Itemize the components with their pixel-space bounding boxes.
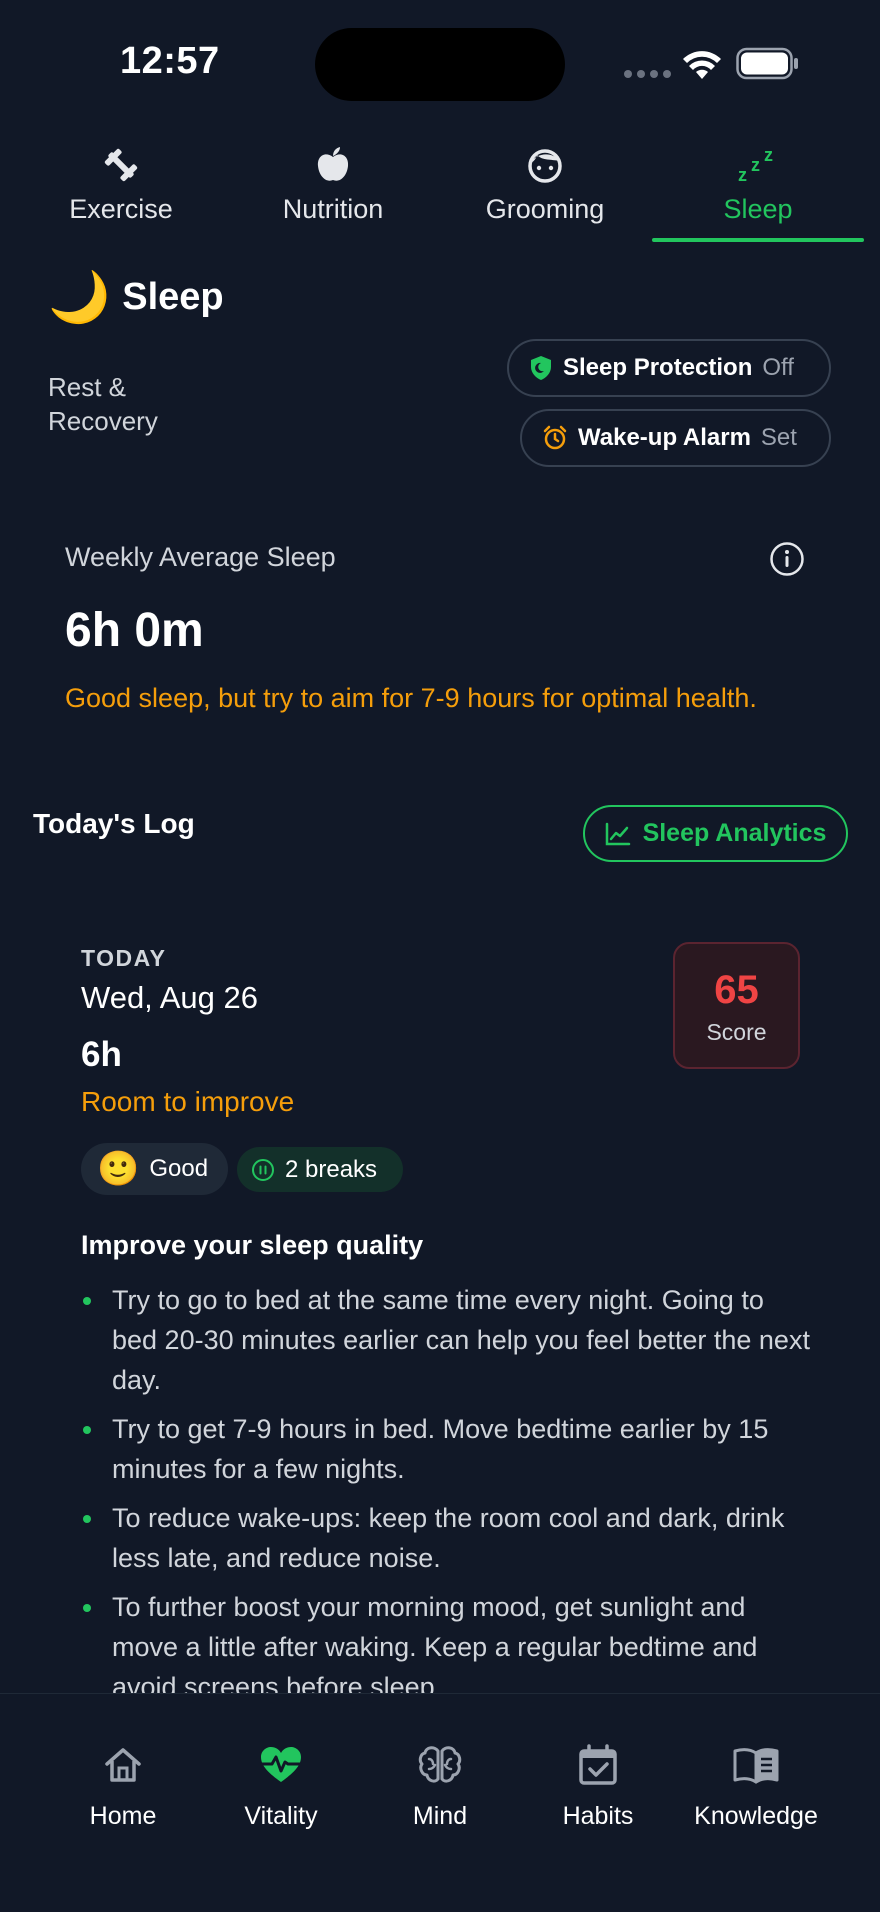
dumbbell-icon	[15, 140, 227, 190]
chart-line-icon	[605, 822, 630, 845]
tips-list: Try to go to bed at the same time every …	[81, 1280, 811, 1693]
heart-pulse-icon	[193, 1740, 369, 1790]
battery-icon	[736, 47, 798, 80]
tab-label: Sleep	[723, 194, 793, 224]
shield-icon	[531, 356, 551, 380]
zzz-icon: z z z	[652, 140, 864, 190]
nav-label: Knowledge	[694, 1802, 818, 1830]
todays-log-title: Today's Log	[33, 808, 195, 839]
sleep-protection-label: Sleep Protection	[563, 354, 753, 381]
weekly-average-label: Weekly Average Sleep	[65, 542, 336, 572]
dynamic-island	[315, 28, 565, 101]
face-icon	[439, 140, 651, 190]
wake-up-alarm-value: Set	[760, 424, 797, 451]
sleep-score-value: 65	[714, 968, 759, 1012]
sleep-score-card[interactable]: 65 Score	[673, 942, 800, 1069]
tab-grooming[interactable]: Grooming	[439, 140, 651, 225]
alarm-clock-icon	[543, 425, 567, 450]
book-icon	[668, 1740, 844, 1790]
pause-circle-icon	[252, 1158, 274, 1181]
page-title: 🌙 Sleep	[48, 268, 224, 326]
info-icon[interactable]	[769, 541, 805, 577]
page-title-text: Sleep	[122, 275, 224, 318]
nav-habits[interactable]: Habits	[510, 1740, 686, 1831]
nav-mind[interactable]: Mind	[352, 1740, 528, 1831]
breaks-label: 2 breaks	[285, 1155, 378, 1183]
svg-text:z: z	[738, 165, 747, 185]
sleep-hours: 6h	[81, 1035, 122, 1074]
tab-nutrition[interactable]: Nutrition	[227, 140, 439, 225]
improve-title: Improve your sleep quality	[81, 1230, 424, 1260]
signal-icon	[624, 70, 671, 78]
tips-scroll-area: Try to go to bed at the same time every …	[0, 1280, 880, 1693]
sleep-analytics-button[interactable]: Sleep Analytics	[583, 805, 848, 862]
wake-up-alarm-label: Wake-up Alarm	[578, 424, 751, 451]
weekly-average-value: 6h 0m	[65, 604, 204, 657]
sleep-protection-value: Off	[762, 354, 794, 381]
nav-vitality[interactable]: Vitality	[193, 1740, 369, 1831]
calendar-check-icon	[510, 1740, 686, 1790]
nav-label: Vitality	[244, 1802, 318, 1830]
list-item: Try to get 7-9 hours in bed. Move bedtim…	[81, 1409, 811, 1489]
active-tab-indicator	[652, 238, 864, 242]
tab-label: Grooming	[485, 194, 605, 224]
list-item: To reduce wake-ups: keep the room cool a…	[81, 1498, 811, 1578]
nav-label: Mind	[412, 1802, 468, 1830]
weekly-average-note: Good sleep, but try to aim for 7-9 hours…	[65, 683, 757, 713]
mood-chip: 🙂 Good	[81, 1143, 228, 1195]
page-subtitle: Rest & Recovery	[48, 372, 158, 436]
wake-up-alarm-button[interactable]: Wake-up Alarm Set	[520, 409, 831, 467]
home-icon	[35, 1740, 211, 1790]
svg-text:z: z	[751, 155, 760, 175]
moon-icon: 🌙	[48, 269, 111, 325]
tab-sleep[interactable]: z z z Sleep	[652, 140, 864, 225]
day-date: Wed, Aug 26	[81, 980, 258, 1015]
sleep-analytics-label: Sleep Analytics	[642, 819, 827, 847]
sleep-status: Room to improve	[81, 1086, 295, 1117]
tab-exercise[interactable]: Exercise	[15, 140, 227, 225]
status-time: 12:57	[120, 40, 220, 82]
wifi-icon	[683, 51, 721, 79]
list-item: Try to go to bed at the same time every …	[81, 1280, 811, 1400]
tab-label: Exercise	[69, 194, 173, 224]
mood-label: Good	[149, 1155, 209, 1182]
breaks-chip: 2 breaks	[237, 1147, 403, 1192]
brain-icon	[352, 1740, 528, 1790]
sleep-protection-button[interactable]: Sleep Protection Off	[507, 339, 831, 397]
nav-label: Habits	[562, 1802, 634, 1830]
apple-icon	[227, 140, 439, 190]
svg-text:z: z	[764, 145, 773, 165]
list-item: To further boost your morning mood, get …	[81, 1587, 811, 1693]
sleep-score-label: Score	[706, 1019, 767, 1045]
smile-emoji-icon: 🙂	[97, 1150, 140, 1188]
nav-home[interactable]: Home	[35, 1740, 211, 1831]
day-label: TODAY	[81, 945, 167, 971]
nav-label: Home	[89, 1802, 157, 1830]
tab-label: Nutrition	[282, 194, 384, 224]
nav-knowledge[interactable]: Knowledge	[668, 1740, 844, 1831]
